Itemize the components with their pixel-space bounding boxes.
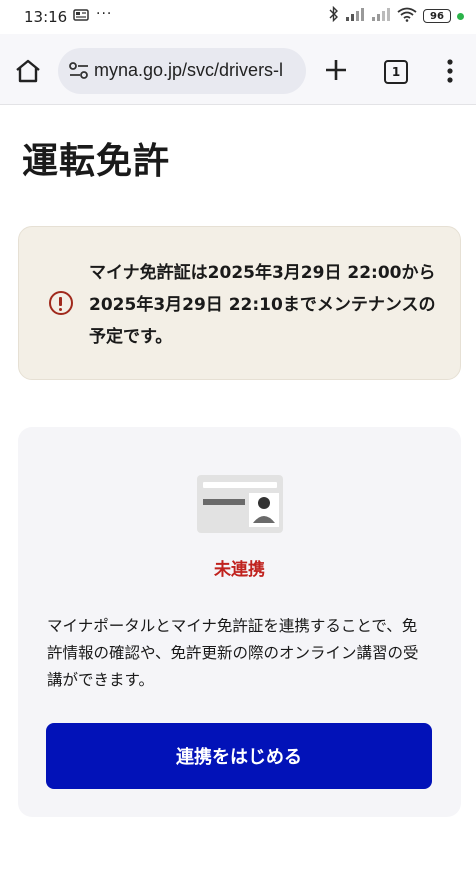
battery-icon: 96 [423,9,451,23]
start-link-button[interactable]: 連携をはじめる [46,723,432,789]
news-icon [73,9,89,24]
link-status: 未連携 [214,560,265,580]
privacy-indicator-icon [457,12,464,20]
browser-toolbar: myna.go.jp/svc/drivers-l 1 [0,34,476,105]
warning-icon [49,291,73,315]
address-bar[interactable]: myna.go.jp/svc/drivers-l [58,48,306,94]
page-title: 運転免許 [22,141,171,182]
card-description: マイナポータルとマイナ免許証を連携することで、免許情報の確認や、免許更新の際のオ… [47,617,419,689]
signal-icon [345,7,365,25]
more-notifications-icon: ··· [96,6,113,22]
maintenance-notice: マイナ免許証は2025年3月29日 22:00から2025年3月29日 22:1… [18,226,461,380]
new-tab-icon[interactable] [324,58,348,82]
status-icons: 96 [329,5,464,26]
site-settings-icon[interactable] [68,61,90,81]
more-menu-icon[interactable] [444,58,456,84]
status-time: 13:16 [24,8,68,26]
tab-switcher-button[interactable]: 1 [384,60,408,84]
status-bar: 13:16 ··· 96 [0,0,476,34]
license-link-card: 未連携 マイナポータルとマイナ免許証を連携することで、免許情報の確認や、免許更新… [18,427,461,817]
url-text[interactable]: myna.go.jp/svc/drivers-l [94,60,283,81]
wifi-icon [397,7,417,26]
home-icon[interactable] [14,58,42,84]
bluetooth-icon [329,5,339,26]
notice-text: マイナ免許証は2025年3月29日 22:00から2025年3月29日 22:1… [89,263,436,347]
id-card-illustration [197,475,283,533]
signal-2-icon [371,7,391,25]
